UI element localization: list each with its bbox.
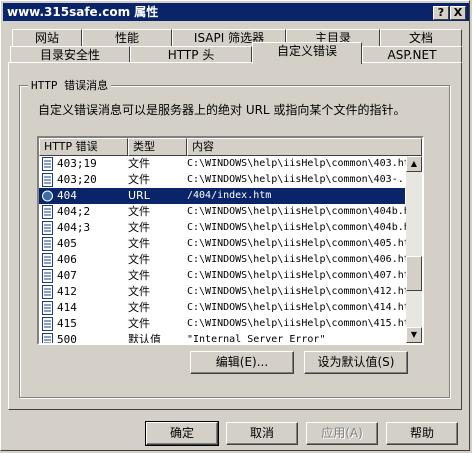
- list-item[interactable]: 404;3 文件 C:\WINDOWS\help\iisHelp\common\40…: [39, 220, 407, 236]
- column-header-content[interactable]: 内容: [187, 138, 422, 156]
- group-description: 自定义错误消息可以是服务器上的绝对 URL 或指向某个文件的指针。: [38, 103, 406, 117]
- help-title-button[interactable]: ?: [433, 6, 449, 20]
- list-item[interactable]: 407 文件 C:\WINDOWS\help\iisHelp\common\407.…: [39, 268, 407, 284]
- error-type: 文件: [128, 221, 150, 234]
- list-item[interactable]: 404;2 文件 C:\WINDOWS\help\iisHelp\common\40…: [39, 204, 407, 220]
- file-icon: [42, 285, 53, 299]
- title-bar[interactable]: www.315safe.com 属性 ? X: [3, 3, 469, 21]
- set-default-button[interactable]: 设为默认值(S): [304, 351, 408, 374]
- file-icon: [42, 237, 53, 251]
- error-content: C:\WINDOWS\help\iisHelp\common\406.ht: [187, 254, 407, 265]
- tab-performance[interactable]: 性能: [82, 29, 172, 47]
- close-title-button[interactable]: X: [450, 6, 466, 20]
- list-item[interactable]: 414 文件 C:\WINDOWS\help\iisHelp\common\414.…: [39, 300, 407, 316]
- file-icon: [42, 269, 53, 283]
- error-content: C:\WINDOWS\help\iisHelp\common\405.ht: [187, 238, 407, 249]
- file-icon: [42, 173, 53, 187]
- edit-button[interactable]: 编辑(E)...: [190, 351, 294, 374]
- scroll-up-icon[interactable]: ▲: [406, 156, 422, 172]
- list-item[interactable]: 415 文件 C:\WINDOWS\help\iisHelp\common\415.…: [39, 316, 407, 332]
- file-icon: [42, 317, 53, 331]
- tab-website[interactable]: 网站: [12, 29, 82, 47]
- ok-button[interactable]: 确定: [145, 421, 219, 446]
- error-type: URL: [128, 189, 150, 202]
- file-icon: [42, 205, 53, 219]
- list-item[interactable]: 404 URL/404/index.htm: [39, 188, 405, 204]
- error-content: /404/index.htm: [187, 190, 272, 201]
- error-content: C:\WINDOWS\help\iisHelp\common\415.ht: [187, 318, 407, 329]
- list-item[interactable]: 412 文件 C:\WINDOWS\help\iisHelp\common\412.…: [39, 284, 407, 300]
- error-type: 文件: [128, 157, 150, 170]
- error-content: C:\WINDOWS\help\iisHelp\common\407.ht: [187, 270, 407, 281]
- file-icon: [42, 157, 53, 171]
- error-type: 默认值: [128, 333, 161, 345]
- scroll-thumb[interactable]: [406, 256, 422, 291]
- list-item[interactable]: 500 默认值 "Internal Server Error": [39, 332, 405, 345]
- error-type: 文件: [128, 285, 150, 298]
- error-content: C:\WINDOWS\help\iisHelp\common\404b.h: [187, 206, 407, 217]
- list-item[interactable]: 405 文件 C:\WINDOWS\help\iisHelp\common\405.…: [39, 236, 407, 252]
- error-content: C:\WINDOWS\help\iisHelp\common\403.ht: [187, 158, 407, 169]
- list-item[interactable]: 406 文件 C:\WINDOWS\help\iisHelp\common\406.…: [39, 252, 407, 268]
- url-icon: [42, 189, 53, 203]
- list-item[interactable]: 403;19 文件 C:\WINDOWS\help\iisHelp\common\4…: [39, 156, 407, 172]
- error-type: 文件: [128, 205, 150, 218]
- column-header-type[interactable]: 类型: [128, 138, 187, 156]
- error-content: C:\WINDOWS\help\iisHelp\common\404b.h: [187, 222, 407, 233]
- tab-custom-errors[interactable]: 自定义错误: [252, 42, 362, 64]
- tab-documents[interactable]: 文档: [380, 29, 462, 47]
- cancel-button[interactable]: 取消: [226, 422, 298, 445]
- scroll-down-icon[interactable]: ▼: [406, 327, 422, 343]
- error-type: 文件: [128, 237, 150, 250]
- apply-button[interactable]: 应用(A): [306, 422, 378, 445]
- error-content: "Internal Server Error": [187, 334, 326, 345]
- help-button[interactable]: 帮助: [386, 422, 458, 445]
- group-title: HTTP 错误消息: [28, 77, 112, 93]
- file-icon: [42, 301, 53, 315]
- list-item[interactable]: 403;20 文件 C:\WINDOWS\help\iisHelp\common\4…: [39, 172, 407, 188]
- error-type: 文件: [128, 253, 150, 266]
- file-icon: [42, 221, 53, 235]
- window-title: www.315safe.com 属性: [7, 5, 159, 19]
- column-header-http-error[interactable]: HTTP 错误: [39, 138, 128, 156]
- error-type: 文件: [128, 269, 150, 282]
- list-scrollbar[interactable]: ▲ ▼: [406, 156, 422, 343]
- error-list[interactable]: HTTP 错误 类型 内容 403;19 文件 C:\WINDOWS\help\ii…: [37, 136, 424, 345]
- error-type: 文件: [128, 301, 150, 314]
- error-content: C:\WINDOWS\help\iisHelp\common\403-...: [187, 174, 407, 185]
- error-type: 文件: [128, 173, 150, 186]
- error-content: C:\WINDOWS\help\iisHelp\common\414.ht: [187, 302, 407, 313]
- error-content: C:\WINDOWS\help\iisHelp\common\412.ht: [187, 286, 407, 297]
- file-icon: [42, 253, 53, 267]
- default-icon: [42, 333, 53, 343]
- error-type: 文件: [128, 317, 150, 330]
